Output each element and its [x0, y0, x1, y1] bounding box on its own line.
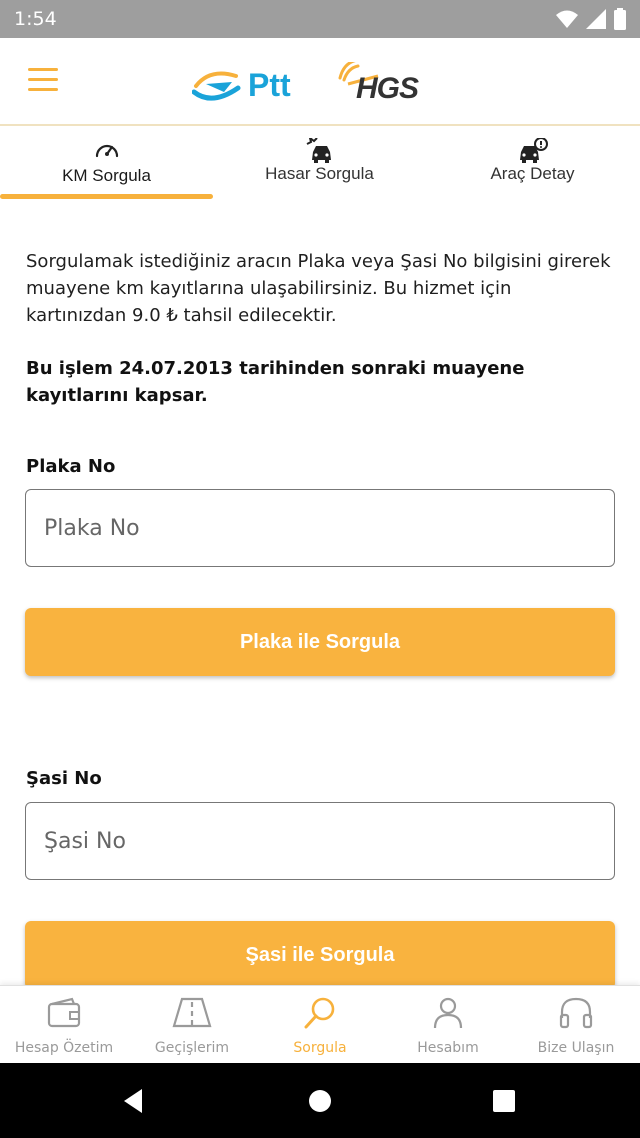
wifi-icon — [556, 10, 578, 28]
plate-label: Plaka No — [26, 456, 116, 477]
nav-hesabim[interactable]: Hesabım — [384, 986, 512, 1064]
hamburger-icon[interactable] — [28, 68, 58, 92]
svg-text:Ptt: Ptt — [248, 67, 291, 103]
car-crash-icon — [306, 138, 331, 163]
battery-icon — [614, 8, 626, 30]
nav-label: Bize Ulaşın — [537, 1040, 615, 1056]
nav-bize-ulasin[interactable]: Bize Ulaşın — [512, 986, 640, 1064]
nav-sorgula[interactable]: Sorgula — [256, 986, 384, 1064]
date-note: Bu işlem 24.07.2013 tarihinden sonraki m… — [26, 358, 525, 406]
tab-label: Araç Detay — [490, 164, 575, 183]
bottom-navigation: Hesap Özetim Geçişlerim Sorgula Hesabım … — [0, 985, 640, 1063]
nav-gecislerim[interactable]: Geçişlerim — [128, 986, 256, 1064]
chassis-label: Şasi No — [26, 768, 102, 789]
system-navigation-bar — [0, 1063, 640, 1138]
car-alert-icon — [519, 138, 548, 163]
tab-km-sorgula[interactable]: KM Sorgula — [0, 128, 213, 200]
description-text: Sorgulamak istediğiniz aracın Plaka veya… — [26, 251, 611, 326]
nav-label: Hesabım — [417, 1040, 479, 1056]
nav-label: Sorgula — [293, 1040, 347, 1056]
main-content: Sorgulamak istediğiniz aracın Plaka veya… — [26, 248, 616, 409]
nav-label: Hesap Özetim — [14, 1040, 114, 1056]
ptt-logo: Ptt — [192, 67, 291, 103]
chassis-query-button[interactable]: Şasi ile Sorgula — [25, 921, 615, 989]
tab-hasar-sorgula[interactable]: Hasar Sorgula — [213, 128, 426, 200]
chassis-input[interactable] — [25, 802, 615, 880]
query-tabs: KM Sorgula Hasar Sorgula Araç Detay — [0, 128, 640, 200]
svg-text:HGS: HGS — [356, 72, 419, 104]
nav-hesap-ozetim[interactable]: Hesap Özetim — [0, 986, 128, 1064]
status-bar: 1:54 — [0, 0, 640, 38]
speedometer-icon — [95, 144, 118, 158]
road-icon — [172, 997, 212, 1028]
headphones-icon — [559, 997, 593, 1029]
nav-label: Geçişlerim — [154, 1040, 230, 1056]
plate-query-button[interactable]: Plaka ile Sorgula — [25, 608, 615, 676]
tab-arac-detay[interactable]: Araç Detay — [426, 128, 639, 200]
tab-label: KM Sorgula — [62, 166, 151, 185]
recents-icon[interactable] — [488, 1085, 520, 1117]
status-icons — [556, 8, 626, 30]
hgs-logo: HGS — [338, 62, 420, 104]
user-icon — [433, 997, 463, 1029]
wallet-icon — [47, 997, 81, 1028]
active-tab-indicator — [0, 194, 213, 199]
plate-input[interactable] — [25, 489, 615, 567]
home-icon[interactable] — [304, 1085, 336, 1117]
back-icon[interactable] — [118, 1085, 150, 1117]
signal-icon — [586, 9, 606, 29]
status-time: 1:54 — [14, 8, 57, 30]
tab-label: Hasar Sorgula — [265, 164, 374, 183]
search-icon — [304, 997, 335, 1029]
app-header: Ptt HGS — [0, 38, 640, 126]
